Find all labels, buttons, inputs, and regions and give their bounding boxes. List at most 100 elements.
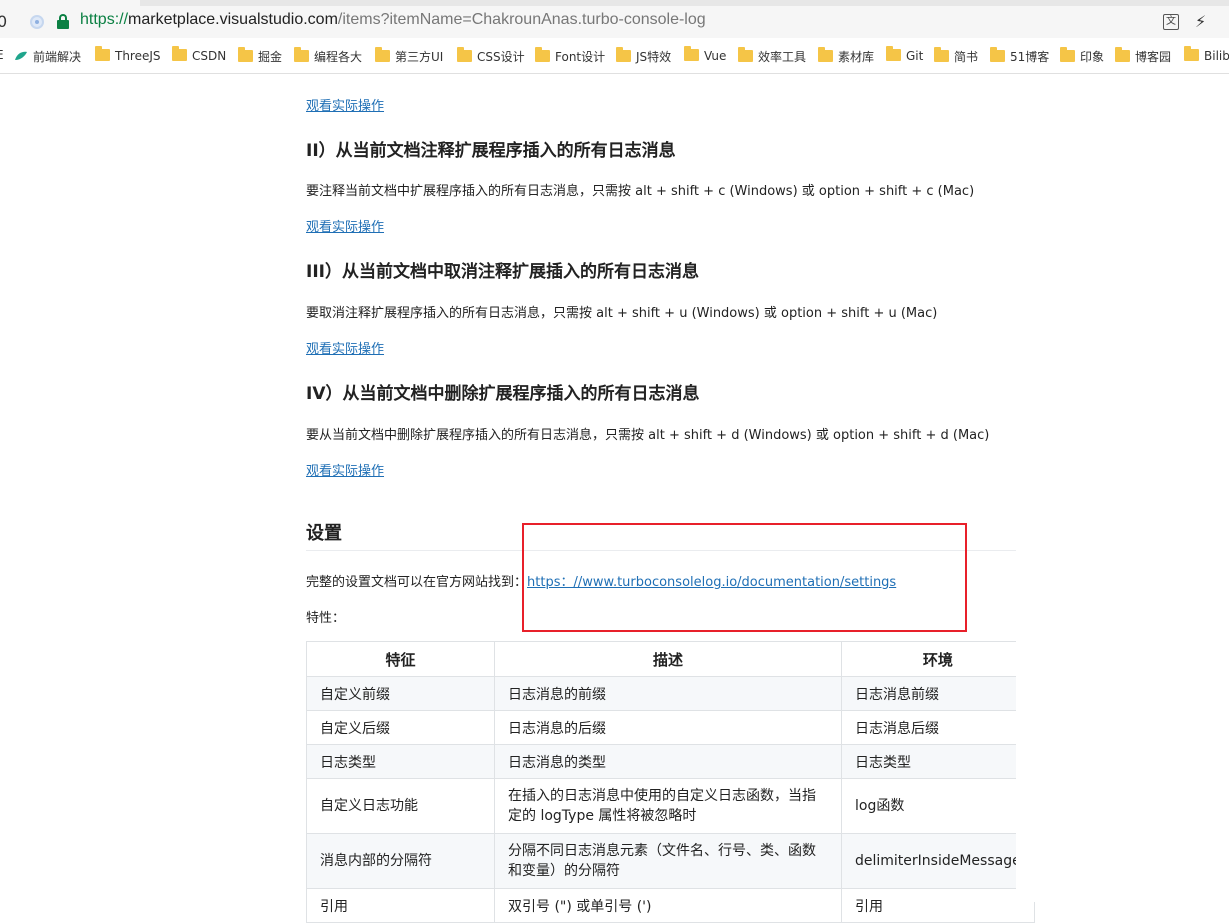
table-cell: 引用 bbox=[306, 888, 495, 923]
bookmark-label: Font设计 bbox=[555, 50, 606, 64]
bookmark-folder[interactable]: Git bbox=[886, 46, 924, 64]
table-cell: 自定义前缀 bbox=[306, 676, 495, 711]
table-cell: 消息内部的分隔符 bbox=[306, 833, 495, 889]
watch-demo-link[interactable]: 观看实际操作 bbox=[306, 216, 384, 235]
bookmark-folder[interactable]: 编程各大 bbox=[294, 47, 363, 64]
bookmark-folder[interactable]: CSDN bbox=[172, 46, 227, 64]
table-cell: 自定义后缀 bbox=[306, 710, 495, 745]
bookmark-label: 简书 bbox=[954, 50, 979, 64]
folder-icon bbox=[616, 47, 631, 62]
table-cell: 在插入的日志消息中使用的自定义日志函数，当指定的 logType 属性将被忽略时 bbox=[494, 778, 842, 834]
table-cell: 自定义日志功能 bbox=[306, 778, 495, 834]
bolt-icon[interactable]: ⚡ bbox=[1195, 12, 1206, 31]
bookmark-folder[interactable]: 掘金 bbox=[238, 47, 283, 64]
section-title-comment: II）从当前文档注释扩展程序插入的所有日志消息 bbox=[306, 141, 676, 161]
folder-icon bbox=[886, 46, 901, 61]
bookmark-label: 51博客 bbox=[1010, 50, 1050, 64]
bookmark-folder[interactable]: 效率工具 bbox=[738, 47, 807, 64]
table-header: 描述 bbox=[494, 641, 842, 677]
url-text[interactable]: https://marketplace.visualstudio.com/ite… bbox=[80, 11, 706, 29]
folder-icon bbox=[818, 47, 833, 62]
bookmark-label: 效率工具 bbox=[758, 50, 807, 64]
bookmark-label: 掘金 bbox=[258, 50, 283, 64]
settings-intro-text: 完整的设置文档可以在官方网站找到： bbox=[306, 575, 528, 590]
bookmark-item[interactable]: 前端解决 bbox=[14, 48, 81, 64]
bookmark-label: 博客园 bbox=[1135, 50, 1172, 64]
table-cell: 日志类型 bbox=[841, 744, 1035, 779]
bookmark-label: CSS设计 bbox=[477, 50, 525, 64]
folder-icon bbox=[1184, 46, 1199, 61]
table-cell: 日志消息后缀 bbox=[841, 710, 1035, 745]
table-cell: log函数 bbox=[841, 778, 1035, 834]
table-cell: 分隔不同日志消息元素（文件名、行号、类、函数和变量）的分隔符 bbox=[494, 833, 842, 889]
bookmark-label: Git bbox=[906, 49, 924, 63]
watch-demo-link[interactable]: 观看实际操作 bbox=[306, 460, 384, 479]
bookmark-label: Vue bbox=[704, 49, 727, 63]
folder-icon bbox=[535, 47, 550, 62]
bookmark-label: 素材库 bbox=[838, 50, 875, 64]
site-info-icon[interactable] bbox=[30, 15, 44, 29]
bookmark-label: CSDN bbox=[192, 49, 227, 63]
bookmark-folder[interactable]: 博客园 bbox=[1115, 47, 1172, 64]
table-row: 日志类型 日志消息的类型 日志类型 bbox=[306, 744, 1035, 779]
watch-demo-link[interactable]: 观看实际操作 bbox=[306, 338, 384, 357]
bookmark-folder[interactable]: Font设计 bbox=[535, 47, 606, 64]
table-cell: 双引号 (") 或单引号 (') bbox=[494, 888, 842, 923]
section-text-comment: 要注释当前文档中扩展程序插入的所有日志消息，只需按 alt + shift + … bbox=[306, 184, 975, 199]
bookmark-label: 印象 bbox=[1080, 50, 1105, 64]
folder-icon bbox=[684, 46, 699, 61]
table-cell: 日志消息的后缀 bbox=[494, 710, 842, 745]
watch-demo-link[interactable]: 观看实际操作 bbox=[306, 95, 384, 114]
bookmark-folder[interactable]: 第三方UI bbox=[375, 47, 444, 64]
features-table: 特征 描述 环境 自定义前缀 日志消息的前缀 日志消息前缀 自定义后缀 日志消息… bbox=[306, 641, 1035, 923]
lock-icon[interactable] bbox=[57, 14, 69, 30]
bookmark-label: 编程各大 bbox=[314, 50, 363, 64]
table-cell: 引用 bbox=[841, 888, 1035, 923]
folder-icon bbox=[172, 46, 187, 61]
folder-icon bbox=[738, 47, 753, 62]
folder-icon bbox=[238, 47, 253, 62]
folder-icon bbox=[457, 47, 472, 62]
bookmarks-apps-edge[interactable]: E bbox=[0, 48, 4, 62]
settings-heading: 设置 bbox=[306, 523, 342, 544]
bookmark-folder[interactable]: Vue bbox=[684, 46, 727, 64]
bookmark-folder[interactable]: 简书 bbox=[934, 47, 979, 64]
bookmark-folder[interactable]: Bilibi bbox=[1184, 46, 1229, 64]
bookmark-folder[interactable]: CSS设计 bbox=[457, 47, 525, 64]
address-bar-edge-char: 0 bbox=[0, 12, 8, 31]
folder-icon bbox=[375, 47, 390, 62]
bookmark-folder[interactable]: JS特效 bbox=[616, 47, 671, 64]
table-row: 自定义后缀 日志消息的后缀 日志消息后缀 bbox=[306, 710, 1035, 745]
table-header-row: 特征 描述 环境 bbox=[306, 641, 1035, 677]
table-header: 环境 bbox=[841, 641, 1035, 677]
bookmark-label: Bilibi bbox=[1204, 49, 1229, 63]
table-cell: 日志消息前缀 bbox=[841, 676, 1035, 711]
highlight-box bbox=[522, 523, 967, 632]
folder-icon bbox=[1115, 47, 1130, 62]
table-row: 引用 双引号 (") 或单引号 (') 引用 bbox=[306, 888, 1035, 923]
folder-icon bbox=[990, 47, 1005, 62]
bookmark-folder[interactable]: 印象 bbox=[1060, 47, 1105, 64]
table-row: 自定义日志功能 在插入的日志消息中使用的自定义日志函数，当指定的 logType… bbox=[306, 778, 1035, 834]
bookmark-folder[interactable]: 素材库 bbox=[818, 47, 875, 64]
url-path: /items?itemName=ChakrounAnas.turbo-conso… bbox=[337, 11, 706, 28]
table-row: 自定义前缀 日志消息的前缀 日志消息前缀 bbox=[306, 676, 1035, 711]
translate-icon[interactable]: 文 bbox=[1163, 14, 1179, 30]
section-title-uncomment: III）从当前文档中取消注释扩展插入的所有日志消息 bbox=[306, 262, 699, 282]
folder-icon bbox=[294, 47, 309, 62]
folder-icon bbox=[934, 47, 949, 62]
features-label: 特性： bbox=[306, 611, 346, 626]
address-bar[interactable]: 0 https://marketplace.visualstudio.com/i… bbox=[0, 6, 1229, 38]
bookmark-folder[interactable]: ThreeJS bbox=[95, 46, 161, 64]
table-cell: 日志消息的类型 bbox=[494, 744, 842, 779]
leaf-icon bbox=[15, 51, 27, 60]
page-content: 观看实际操作 II）从当前文档注释扩展程序插入的所有日志消息 要注释当前文档中扩… bbox=[0, 75, 1229, 923]
table-cell: 日志消息的前缀 bbox=[494, 676, 842, 711]
section-title-delete: IV）从当前文档中删除扩展程序插入的所有日志消息 bbox=[306, 384, 700, 404]
bookmark-label: 第三方UI bbox=[395, 50, 444, 64]
url-scheme: https:// bbox=[80, 11, 129, 28]
table-cell: 日志类型 bbox=[306, 744, 495, 779]
bookmark-folder[interactable]: 51博客 bbox=[990, 47, 1050, 64]
url-host: marketplace.visualstudio.com bbox=[128, 11, 338, 28]
table-row: 消息内部的分隔符 分隔不同日志消息元素（文件名、行号、类、函数和变量）的分隔符 … bbox=[306, 833, 1035, 889]
